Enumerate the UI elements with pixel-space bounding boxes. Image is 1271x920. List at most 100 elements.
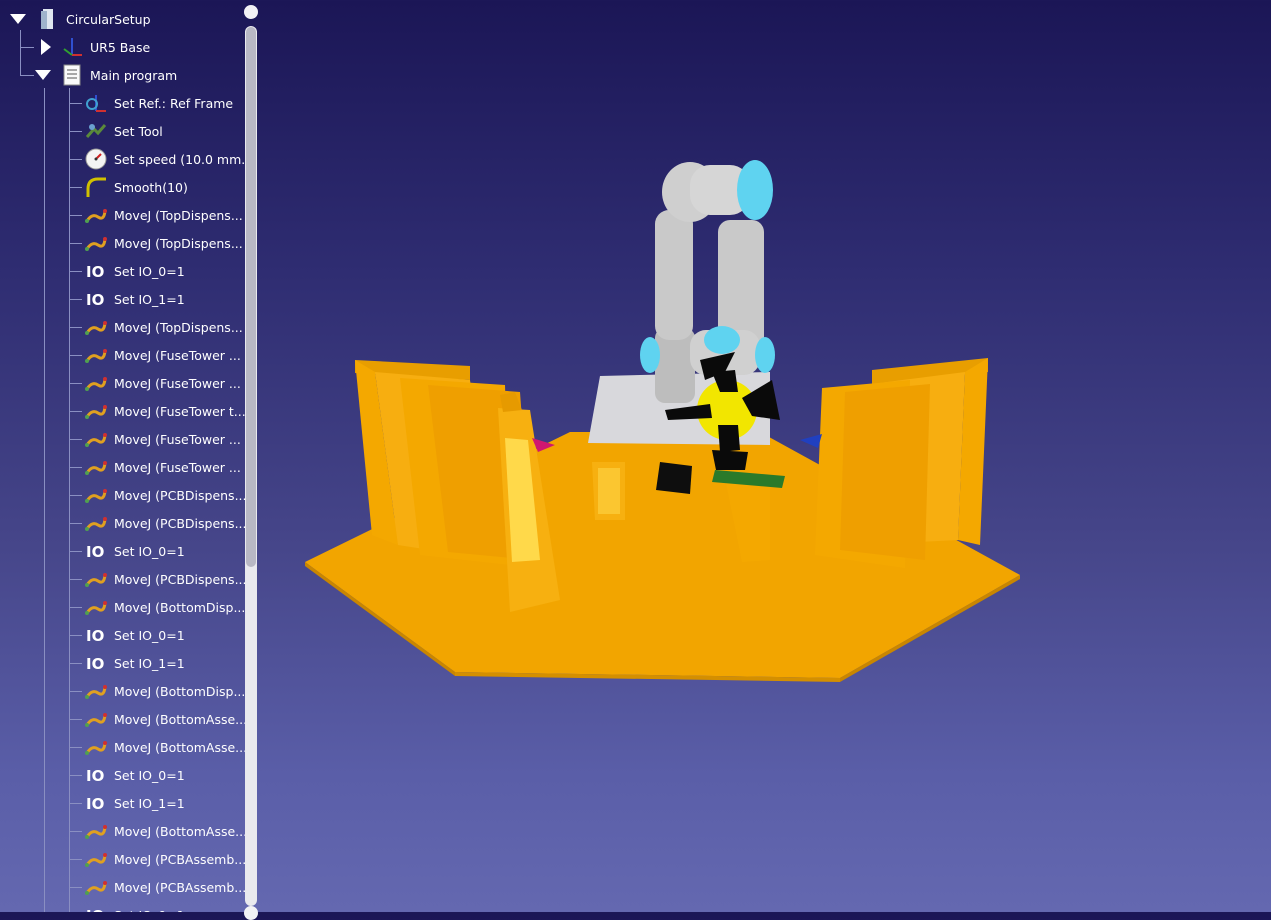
tree-item-instruction[interactable]: MoveJ (TopDispens... — [84, 313, 243, 341]
tree-item-label: Set IO_0=1 — [114, 543, 185, 559]
tree-item-label: Set IO_0=1 — [114, 627, 185, 643]
svg-text:IO: IO — [86, 655, 104, 673]
tree-connector — [69, 691, 82, 692]
tree-item-instruction[interactable]: MoveJ (PCBDispens... — [84, 481, 247, 509]
tree-item-instruction[interactable]: IO Set IO_0=1 — [84, 901, 185, 912]
expand-chevron-down-icon[interactable] — [8, 9, 28, 29]
tree-item-label: MoveJ (FuseTower ... — [114, 375, 241, 391]
set-tool-icon — [85, 124, 107, 138]
expand-chevron-down-icon[interactable] — [33, 65, 53, 85]
tree-item-label: MoveJ (PCBDispens... — [114, 571, 247, 587]
tree-item-instruction[interactable]: IO Set IO_0=1 — [84, 537, 185, 565]
tree-item-instruction[interactable]: IO Set IO_0=1 — [84, 621, 185, 649]
tree-item-instruction[interactable]: MoveJ (BottomAsse... — [84, 817, 247, 845]
tree-item-instruction[interactable]: MoveJ (BottomAsse... — [84, 705, 247, 733]
program-tree[interactable]: CircularSetup UR5 Base Main program Set Ref… — [0, 0, 260, 912]
tree-connector — [20, 75, 34, 76]
scrollbar-thumb[interactable] — [246, 27, 256, 567]
tree-connector — [69, 383, 82, 384]
right-feeder-towers — [800, 358, 988, 568]
tree-item-instruction[interactable]: Set Ref.: Ref Frame — [84, 89, 233, 117]
tree-connector — [69, 635, 82, 636]
tree-connector — [69, 299, 82, 300]
tree-item-instruction[interactable]: MoveJ (FuseTower ... — [84, 425, 241, 453]
tree-connector — [69, 439, 82, 440]
tree-item-instruction[interactable]: MoveJ (PCBAssemb... — [84, 845, 246, 873]
tree-connector — [44, 88, 45, 912]
tree-item-instruction[interactable]: MoveJ (FuseTower t... — [84, 397, 246, 425]
movej-icon — [85, 601, 107, 615]
tree-item-label: CircularSetup — [66, 11, 151, 27]
tree-item-label: Set IO_1=1 — [114, 795, 185, 811]
tree-item-label: Set speed (10.0 mm... — [114, 151, 254, 167]
tree-item-instruction[interactable]: MoveJ (PCBDispens... — [84, 509, 247, 537]
io-icon: IO — [86, 767, 104, 785]
tree-connector — [69, 103, 82, 104]
tree-item-instruction[interactable]: MoveJ (FuseTower ... — [84, 369, 241, 397]
tree-item-instruction[interactable]: IO Set IO_1=1 — [84, 789, 185, 817]
movej-icon — [85, 713, 107, 727]
movej-icon — [85, 209, 107, 223]
tree-connector — [69, 131, 82, 132]
tree-item-instruction[interactable]: IO Set IO_0=1 — [84, 257, 185, 285]
speed-icon — [85, 148, 107, 170]
tree-item-instruction[interactable]: Set speed (10.0 mm... — [84, 145, 253, 173]
tree-item-instruction[interactable]: IO Set IO_1=1 — [84, 285, 185, 313]
tree-item-label: Set IO_0=1 — [114, 908, 185, 913]
io-icon: IO — [86, 543, 104, 561]
svg-text:IO: IO — [86, 767, 104, 785]
tree-item-instruction[interactable]: MoveJ (TopDispens... — [84, 201, 243, 229]
scroll-down-button[interactable] — [244, 906, 258, 920]
tree-item-instruction[interactable]: MoveJ (PCBAssemb... — [84, 873, 246, 901]
io-icon: IO — [86, 907, 104, 912]
smooth-icon — [86, 177, 106, 197]
tree-connector — [69, 859, 82, 860]
tree-item-label: Main program — [90, 67, 178, 83]
tree-connector — [69, 803, 82, 804]
tree-item-instruction[interactable]: MoveJ (PCBDispens... — [84, 565, 247, 593]
tree-connector — [69, 551, 82, 552]
tree-item-label: Set IO_0=1 — [114, 263, 185, 279]
tree-item-label: MoveJ (TopDispens... — [114, 207, 243, 223]
tree-connector — [69, 775, 82, 776]
tree-item-label: MoveJ (BottomDisp... — [114, 599, 246, 615]
tree-item-ur5-base[interactable]: UR5 Base — [60, 33, 150, 61]
svg-text:IO: IO — [86, 543, 104, 561]
tree-connector — [69, 215, 82, 216]
tree-item-label: MoveJ (FuseTower ... — [114, 431, 241, 447]
tree-item-instruction[interactable]: MoveJ (BottomAsse... — [84, 733, 247, 761]
io-icon: IO — [86, 627, 104, 645]
tree-item-instruction[interactable]: Set Tool — [84, 117, 163, 145]
movej-icon — [85, 237, 107, 251]
tree-item-instruction[interactable]: Smooth(10) — [84, 173, 188, 201]
expand-chevron-right-icon[interactable] — [36, 37, 56, 57]
reference-frame-icon — [63, 38, 82, 56]
tree-item-instruction[interactable]: IO Set IO_0=1 — [84, 761, 185, 789]
tree-item-label: MoveJ (TopDispens... — [114, 319, 243, 335]
tree-item-instruction[interactable]: MoveJ (BottomDisp... — [84, 677, 245, 705]
tree-item-label: Set Tool — [114, 123, 163, 139]
tree-item-instruction[interactable]: MoveJ (BottomDisp... — [84, 593, 245, 621]
tree-connector — [69, 187, 82, 188]
tree-connector — [69, 355, 82, 356]
tree-item-main-program[interactable]: Main program — [60, 61, 177, 89]
tree-item-label: MoveJ (PCBDispens... — [114, 487, 247, 503]
black-module — [656, 462, 692, 494]
svg-text:IO: IO — [86, 291, 104, 309]
tree-item-instruction[interactable]: MoveJ (TopDispens... — [84, 229, 243, 257]
svg-text:IO: IO — [86, 907, 104, 912]
tree-connector — [20, 47, 34, 48]
tree-connector — [20, 30, 21, 75]
io-icon: IO — [86, 263, 104, 281]
movej-icon — [85, 349, 107, 363]
tree-root-circularsetup[interactable]: CircularSetup — [36, 5, 151, 33]
tree-item-instruction[interactable]: IO Set IO_1=1 — [84, 649, 185, 677]
io-icon: IO — [86, 795, 104, 813]
tree-connector — [69, 663, 82, 664]
tree-connector — [69, 719, 82, 720]
tree-connector — [69, 271, 82, 272]
tree-item-instruction[interactable]: MoveJ (FuseTower ... — [84, 341, 241, 369]
tree-item-instruction[interactable]: MoveJ (FuseTower ... — [84, 453, 241, 481]
scroll-up-button[interactable] — [244, 5, 258, 19]
tree-connector — [69, 159, 82, 160]
